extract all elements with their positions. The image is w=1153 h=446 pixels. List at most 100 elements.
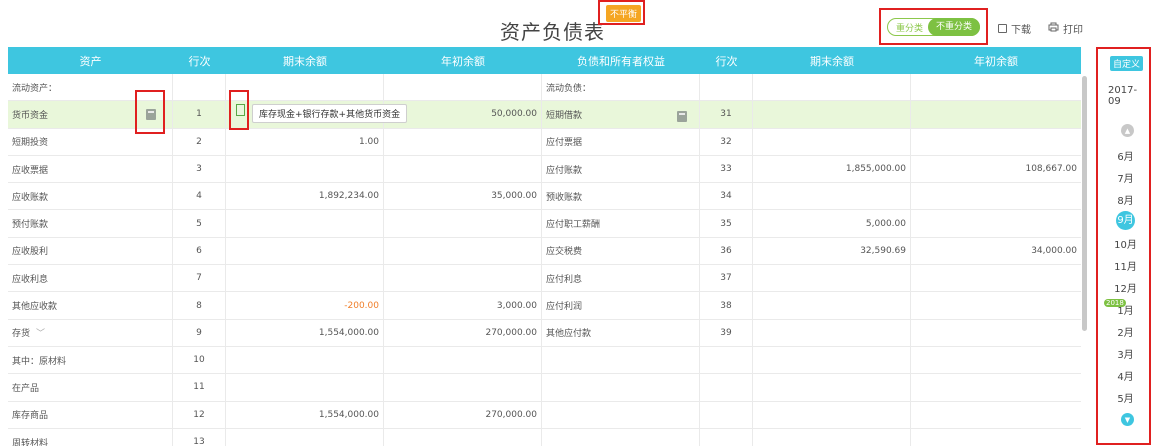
table-cell[interactable] <box>753 265 911 292</box>
table-cell[interactable] <box>911 129 1081 155</box>
table-cell[interactable] <box>753 319 911 346</box>
table-row[interactable]: 应收股利 6 应交税费 36 32,590.69 34,000.00 <box>8 237 1081 266</box>
table-row[interactable]: 其中：原材料 10 <box>8 346 1081 375</box>
table-cell[interactable]: 35,000.00 <box>384 183 542 210</box>
table-cell[interactable] <box>384 155 542 183</box>
table-row[interactable]: 其他应收款 8 -200.00 3,000.00 应付利润 38 <box>8 292 1081 320</box>
table-cell[interactable]: 270,000.00 <box>384 401 542 428</box>
table-cell[interactable]: 270,000.00 <box>384 319 542 346</box>
table-cell[interactable]: 1,892,234.00 <box>226 183 384 210</box>
table-cell[interactable] <box>226 237 384 265</box>
table-cell[interactable] <box>753 428 911 446</box>
table-cell[interactable] <box>384 346 542 374</box>
toggle-option-reclassify[interactable]: 重分类 <box>896 21 923 34</box>
cell-text: 短期借款 <box>546 110 583 121</box>
table-row[interactable]: 短期投资 2 1.00 应付票据 32 <box>8 128 1081 156</box>
table-cell[interactable] <box>226 265 384 292</box>
table-cell[interactable] <box>911 183 1081 209</box>
table-cell[interactable] <box>384 210 542 237</box>
table-cell[interactable] <box>226 346 384 374</box>
table-row[interactable]: 预付账款 5 应付职工薪酬 35 5,000.00 <box>8 210 1081 238</box>
table-cell[interactable] <box>911 374 1081 400</box>
table-cell[interactable] <box>911 429 1081 446</box>
table-cell[interactable]: 5,000.00 <box>753 210 911 237</box>
table-cell[interactable] <box>226 74 384 101</box>
table-cell[interactable]: 34,000.00 <box>911 238 1081 264</box>
table-cell[interactable] <box>911 210 1081 236</box>
table-cell[interactable] <box>911 402 1081 428</box>
table-cell[interactable] <box>384 74 542 101</box>
month-item[interactable]: 3月 <box>1098 346 1153 361</box>
month-item[interactable]: 6月 <box>1098 148 1153 163</box>
table-cell[interactable] <box>753 346 911 374</box>
table-cell[interactable] <box>226 210 384 237</box>
table-cell[interactable] <box>911 101 1081 127</box>
print-icon <box>1048 22 1059 35</box>
calculator-icon[interactable] <box>677 111 687 122</box>
calculator-icon[interactable] <box>146 109 156 120</box>
table-cell: 33 <box>700 155 753 183</box>
table-cell[interactable] <box>753 292 911 319</box>
table-row[interactable]: 周转材料 13 <box>8 428 1081 446</box>
table-row[interactable]: 应收票据 3 应付账款 33 1,855,000.00 108,667.00 <box>8 155 1081 184</box>
table-cell[interactable] <box>753 101 911 128</box>
month-item[interactable]: 8月 <box>1098 192 1153 207</box>
table-cell[interactable]: 3,000.00 <box>384 292 542 319</box>
custom-button[interactable]: 自定义 <box>1110 56 1144 71</box>
month-item[interactable]: 10月 <box>1098 236 1153 251</box>
table-cell[interactable]: 32,590.69 <box>753 237 911 265</box>
table-row[interactable]: 货币资金 1 50,000.00 短期借款 31 <box>8 101 1081 129</box>
table-row[interactable]: 库存商品 12 1,554,000.00 270,000.00 <box>8 401 1081 429</box>
month-label: 4月 <box>1117 372 1134 383</box>
table-row[interactable]: 在产品 11 <box>8 374 1081 402</box>
table-cell[interactable]: 1.00 <box>226 128 384 155</box>
classification-toggle[interactable]: 重分类 不重分类 <box>887 18 980 36</box>
table-cell[interactable] <box>753 128 911 155</box>
chevron-down-icon[interactable]: ﹀ <box>36 326 45 339</box>
chevron-down-circle-icon[interactable]: ▼ <box>1121 413 1134 426</box>
table-cell[interactable] <box>911 265 1081 291</box>
table-cell[interactable] <box>384 428 542 446</box>
table-cell: 应付利润 <box>542 292 700 319</box>
month-item[interactable]: 2月 <box>1098 324 1153 339</box>
table-cell[interactable] <box>384 265 542 292</box>
formula-doc-icon[interactable] <box>236 104 245 116</box>
table-cell[interactable] <box>226 374 384 401</box>
month-item[interactable]: 9月 <box>1098 211 1153 230</box>
table-row[interactable]: 存货 ﹀ 9 1,554,000.00 270,000.00 其他应付款 39 <box>8 319 1081 347</box>
month-item[interactable]: 4月 <box>1098 368 1153 383</box>
table-cell[interactable] <box>753 401 911 428</box>
table-cell[interactable]: 1,855,000.00 <box>753 155 911 183</box>
month-item[interactable]: 11月 <box>1098 258 1153 273</box>
table-cell[interactable] <box>226 155 384 183</box>
table-cell[interactable] <box>911 292 1081 318</box>
month-item[interactable]: 5月 <box>1098 390 1153 405</box>
table-cell[interactable]: 50,000.00 <box>384 101 542 128</box>
table-cell[interactable] <box>384 237 542 265</box>
table-cell[interactable] <box>753 374 911 401</box>
chevron-up-circle-icon[interactable]: ▲ <box>1121 124 1134 137</box>
table-cell[interactable] <box>911 74 1081 100</box>
table-scrollbar[interactable] <box>1082 76 1087 331</box>
col-header: 期末余额 <box>810 54 854 68</box>
table-row[interactable]: 应收利息 7 应付利息 37 <box>8 265 1081 293</box>
month-item[interactable]: 7月 <box>1098 170 1153 185</box>
table-cell[interactable] <box>911 320 1081 346</box>
month-label: 9月 <box>1116 211 1135 230</box>
month-item[interactable]: 12月 <box>1098 280 1153 295</box>
table-cell[interactable] <box>753 74 911 101</box>
table-cell[interactable] <box>911 347 1081 373</box>
table-cell[interactable] <box>384 374 542 401</box>
table-cell[interactable] <box>753 183 911 210</box>
table-cell[interactable] <box>384 128 542 155</box>
download-button[interactable]: 下载 <box>998 21 1031 36</box>
toggle-option-no-reclassify[interactable]: 不重分类 <box>927 18 980 36</box>
table-cell[interactable] <box>226 428 384 446</box>
table-cell[interactable]: 1,554,000.00 <box>226 401 384 428</box>
table-row[interactable]: 应收账款 4 1,892,234.00 35,000.00 预收账款 34 <box>8 183 1081 211</box>
table-row[interactable]: 流动资产： 流动负债： <box>8 74 1081 102</box>
print-button[interactable]: 打印 <box>1048 21 1083 36</box>
table-cell[interactable]: -200.00 <box>226 292 384 319</box>
table-cell[interactable]: 108,667.00 <box>911 156 1081 182</box>
table-cell[interactable]: 1,554,000.00 <box>226 319 384 346</box>
